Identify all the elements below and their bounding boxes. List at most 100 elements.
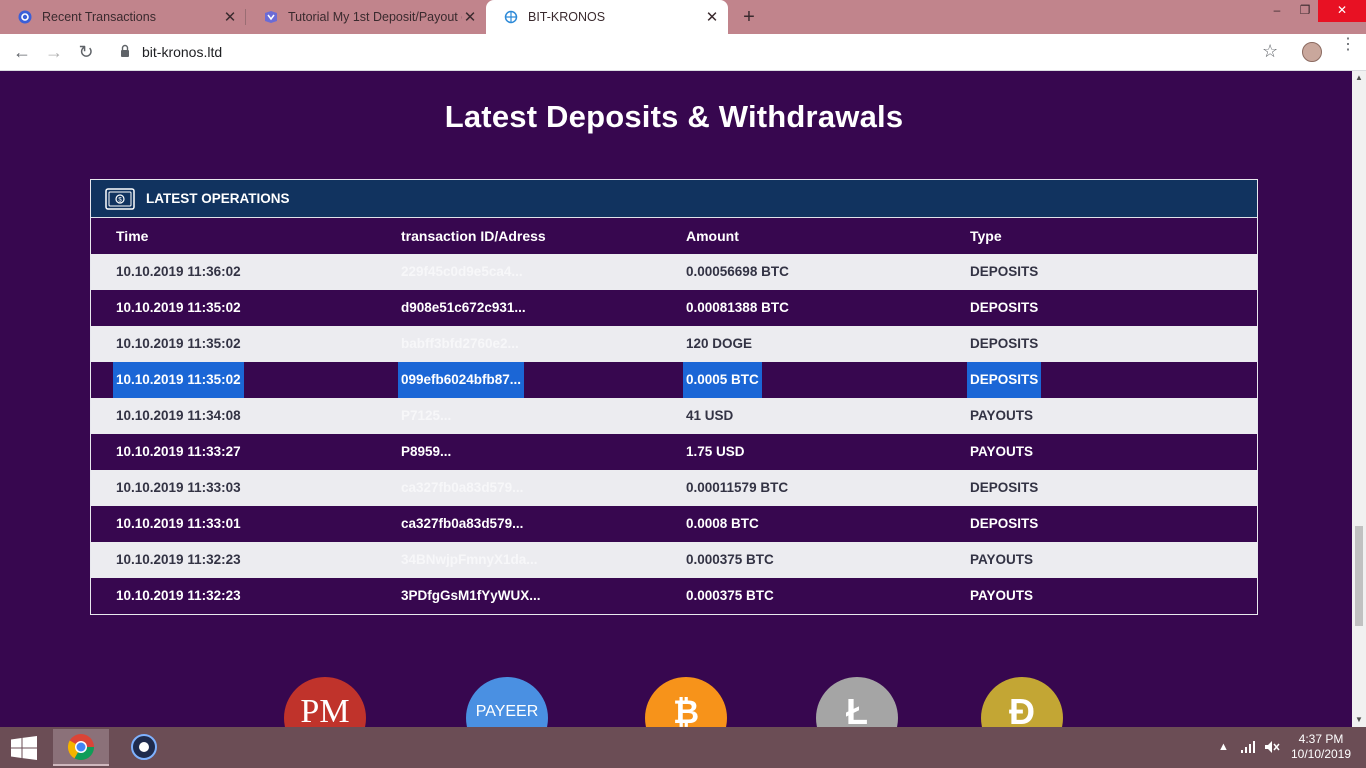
minimize-button[interactable]: –	[1262, 0, 1292, 22]
table-row: 10.10.2019 11:32:23 34BNwjpFmnyX1da... 0…	[91, 542, 1257, 578]
scroll-down-icon[interactable]: ▼	[1352, 713, 1366, 727]
type-cell: DEPOSITS	[970, 516, 1039, 531]
forward-icon[interactable]: →	[42, 40, 66, 64]
bookmark-star-icon[interactable]: ☆	[1262, 41, 1278, 62]
type-cell: DEPOSITS	[970, 264, 1039, 279]
amount-cell: 1.75 USD	[686, 444, 745, 459]
time-cell: 10.10.2019 11:35:02	[116, 336, 241, 351]
table-row: 10.10.2019 11:35:02 babff3bfd2760e2... 1…	[91, 326, 1257, 362]
panel-header: $ LATEST OPERATIONS	[91, 180, 1257, 218]
table-row: 10.10.2019 11:32:23 3PDfgGsM1fYyWUX... 0…	[91, 578, 1257, 614]
table-row: 10.10.2019 11:33:03 ca327fb0a83d579... 0…	[91, 470, 1257, 506]
profile-avatar[interactable]	[1302, 42, 1322, 62]
table-row-selected: 10.10.2019 11:35:02 099efb6024bfb87... 0…	[91, 362, 1257, 398]
table-row: 10.10.2019 11:35:02 d908e51c672c931... 0…	[91, 290, 1257, 326]
cash-icon: $	[105, 187, 135, 210]
amount-cell: 120 DOGE	[686, 336, 753, 351]
txid-cell: 3PDfgGsM1fYyWUX...	[401, 588, 541, 603]
site-favicon-icon	[18, 10, 32, 24]
show-hidden-icons-icon[interactable]: ▲	[1218, 727, 1229, 768]
network-icon[interactable]	[1240, 727, 1256, 768]
time-cell: 10.10.2019 11:36:02	[116, 264, 241, 279]
taskbar-chrome-button[interactable]	[53, 729, 109, 766]
restore-button[interactable]: ❐	[1292, 0, 1318, 22]
txid-cell: 34BNwjpFmnyX1da...	[401, 552, 538, 567]
type-cell: DEPOSITS	[970, 336, 1039, 351]
time-cell: 10.10.2019 11:33:27	[116, 444, 241, 459]
tab-label: Recent Transactions	[42, 10, 156, 24]
chrome-icon	[67, 734, 95, 761]
amount-cell: 0.0008 BTC	[686, 516, 759, 531]
url-text[interactable]: bit-kronos.ltd	[142, 44, 222, 60]
amount-cell: 0.000375 BTC	[686, 552, 774, 567]
txid-cell: 099efb6024bfb87...	[398, 362, 525, 398]
dogecoin-logo: Ð	[981, 677, 1063, 727]
reload-icon[interactable]: ↻	[74, 40, 98, 64]
app-icon	[131, 734, 157, 760]
tab-label: BIT-KRONOS	[528, 10, 606, 24]
volume-muted-icon[interactable]	[1264, 727, 1280, 768]
address-bar[interactable]	[108, 37, 1288, 67]
column-header: Type	[970, 228, 1002, 244]
clock-time: 4:37 PM	[1298, 732, 1344, 746]
amount-cell: 0.000375 BTC	[686, 588, 774, 603]
tab-close-icon[interactable]: ✕	[222, 8, 238, 26]
panel-title: LATEST OPERATIONS	[146, 191, 290, 206]
selected-text: 10.10.2019 11:35:02	[113, 362, 244, 398]
tab-recent-transactions[interactable]: Recent Transactions ✕	[0, 0, 246, 34]
amount-cell: 0.00056698 BTC	[686, 264, 789, 279]
payment-methods: PM PAYEER ₿ Ł Ð	[0, 671, 1352, 727]
amount-cell: 0.00011579 BTC	[686, 480, 789, 495]
type-cell: PAYOUTS	[970, 444, 1034, 459]
clock-date: 10/10/2019	[1290, 747, 1352, 761]
txid-cell: 229f45c0d9e5ca4...	[401, 264, 523, 279]
new-tab-button[interactable]: +	[738, 4, 760, 30]
windows-taskbar: ▲ 4:37 PM 10/10/2019	[0, 727, 1366, 768]
scrollbar-thumb[interactable]	[1355, 526, 1363, 626]
table-row: 10.10.2019 11:33:27 P8959... 1.75 USD PA…	[91, 434, 1257, 470]
page-content: Latest Deposits & Withdrawals $ LATEST O…	[0, 71, 1352, 727]
time-cell: 10.10.2019 11:35:02	[116, 300, 241, 315]
page-title: Latest Deposits & Withdrawals	[444, 99, 904, 134]
system-clock[interactable]: 4:37 PM 10/10/2019	[1286, 732, 1356, 762]
bitcoin-logo: ₿	[645, 677, 727, 727]
time-cell: 10.10.2019 11:35:02	[113, 362, 244, 398]
windows-start-icon[interactable]	[10, 736, 38, 760]
table-row: 10.10.2019 11:36:02 229f45c0d9e5ca4... 0…	[91, 254, 1257, 290]
txid-cell: d908e51c672c931...	[401, 300, 526, 315]
tab-bit-kronos[interactable]: BIT-KRONOS ✕	[486, 0, 728, 34]
site-favicon-icon	[504, 10, 518, 24]
type-cell: DEPOSITS	[967, 362, 1042, 398]
page-scrollbar[interactable]: ▲ ▼	[1352, 71, 1366, 727]
selected-text: 0.0005 BTC	[683, 362, 762, 398]
amount-cell: 41 USD	[686, 408, 734, 423]
txid-cell: babff3bfd2760e2...	[401, 336, 519, 351]
browser-menu-icon[interactable]: ⋮	[1340, 37, 1356, 53]
tab-close-icon[interactable]: ✕	[462, 8, 478, 26]
scroll-up-icon[interactable]: ▲	[1352, 71, 1366, 85]
tab-tutorial[interactable]: Tutorial My 1st Deposit/Payout of ✕	[246, 0, 486, 34]
lock-icon[interactable]	[120, 44, 130, 58]
time-cell: 10.10.2019 11:34:08	[116, 408, 241, 423]
txid-cell: ca327fb0a83d579...	[401, 516, 524, 531]
payeer-logo: PAYEER	[466, 677, 548, 727]
browser-tab-strip: Recent Transactions ✕ Tutorial My 1st De…	[0, 0, 1366, 34]
table-row: 10.10.2019 11:34:08 P7125... 41 USD PAYO…	[91, 398, 1257, 434]
time-cell: 10.10.2019 11:32:23	[116, 588, 241, 603]
table-header: Time transaction ID/Adress Amount Type	[91, 218, 1257, 254]
txid-cell: P7125...	[401, 408, 452, 423]
window-close-button[interactable]: ✕	[1318, 0, 1366, 22]
type-cell: PAYOUTS	[970, 408, 1034, 423]
type-cell: PAYOUTS	[970, 552, 1034, 567]
column-header: Amount	[686, 228, 739, 244]
back-icon[interactable]: ←	[10, 40, 34, 64]
txid-cell: P8959...	[401, 444, 452, 459]
tab-close-icon[interactable]: ✕	[704, 8, 720, 26]
operations-panel: $ LATEST OPERATIONS Time transaction ID/…	[90, 179, 1258, 615]
column-header: Time	[116, 228, 149, 244]
site-favicon-icon	[264, 10, 278, 24]
tab-label: Tutorial My 1st Deposit/Payout of	[288, 10, 462, 24]
time-cell: 10.10.2019 11:32:23	[116, 552, 241, 567]
litecoin-logo: Ł	[816, 677, 898, 727]
taskbar-app-button[interactable]	[116, 729, 172, 766]
